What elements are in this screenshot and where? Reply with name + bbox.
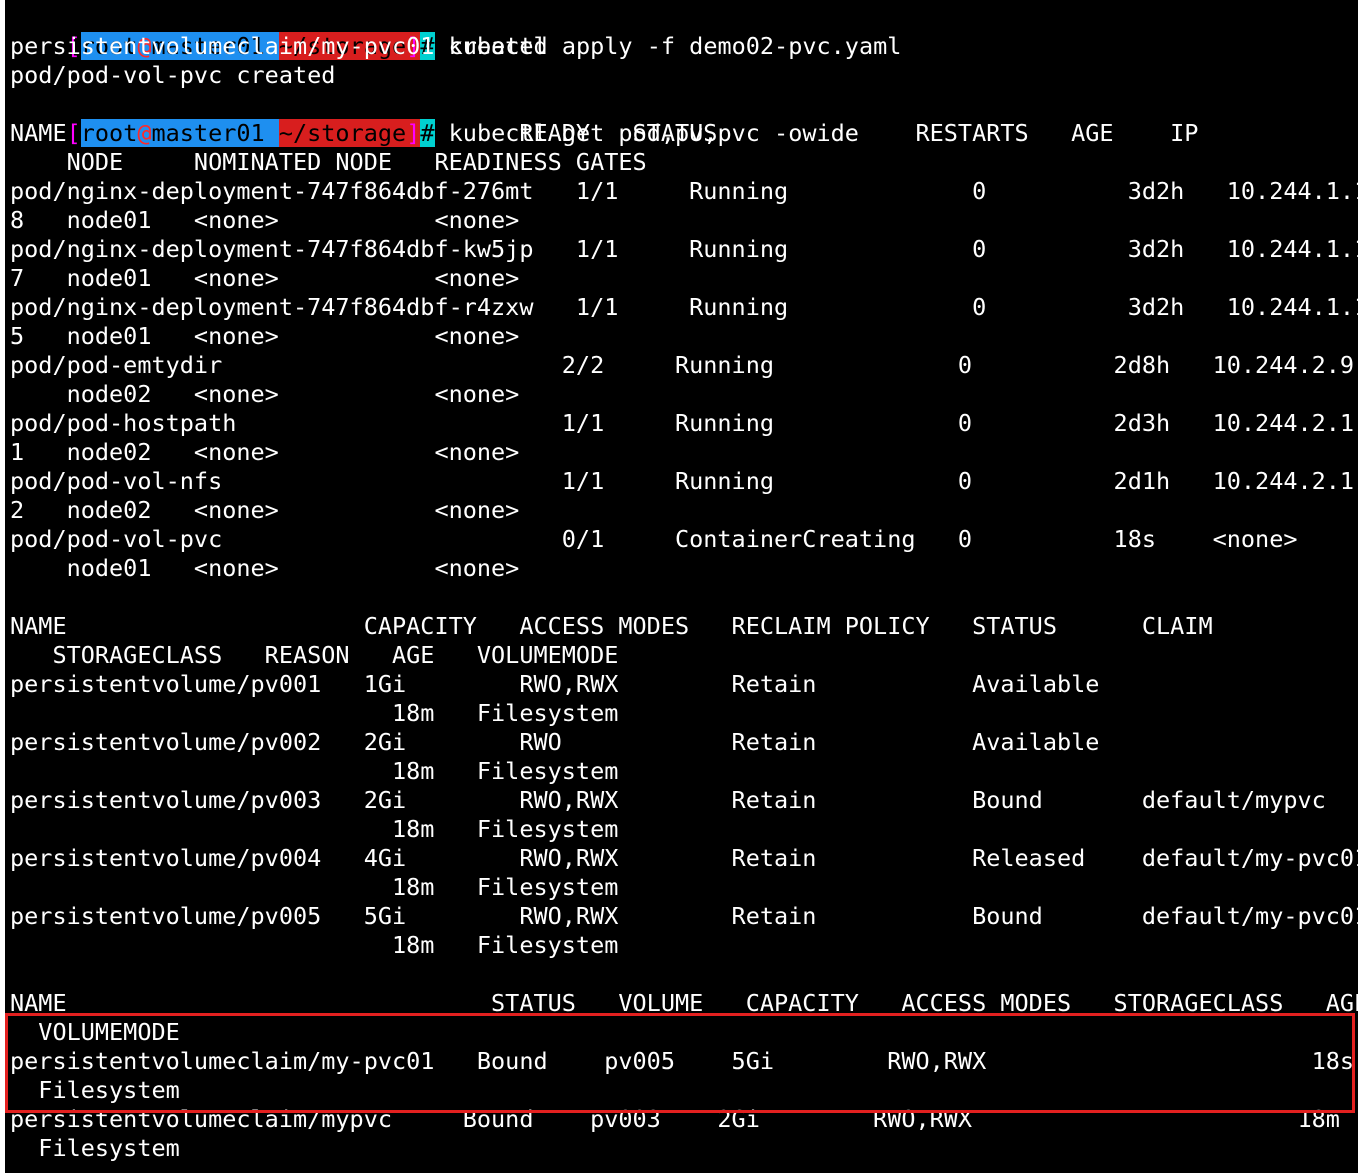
pods-table-header: NAME READY STATUS RESTARTS AGE IP <box>10 119 1199 147</box>
pod-row-wrap: node01 <none> <none> <box>10 554 520 582</box>
pod-row: pod/pod-hostpath 1/1 Running 0 2d3h 10.2… <box>10 409 1355 437</box>
pv-row-wrap: 18m Filesystem <box>10 815 619 843</box>
pod-row: pod/pod-vol-nfs 1/1 Running 0 2d1h 10.24… <box>10 467 1355 495</box>
pv-row-wrap: 18m Filesystem <box>10 757 619 785</box>
pod-row-wrap: 1 node02 <none> <none> <box>10 438 520 466</box>
pvc-row: persistentvolumeclaim/my-pvc01 Bound pv0… <box>10 1047 1355 1075</box>
pv-row: persistentvolume/pv005 5Gi RWO,RWX Retai… <box>10 902 1358 930</box>
pv-table-header: NAME CAPACITY ACCESS MODES RECLAIM POLIC… <box>10 612 1213 640</box>
prompt-line-get: [root@master01 ~/storage]# kubectl get p… <box>10 90 859 147</box>
pv-row-wrap: 18m Filesystem <box>10 699 619 727</box>
prompt-line-current[interactable]: [root@master01 ~/storage]# <box>10 1163 463 1173</box>
pod-row-wrap: 7 node01 <none> <none> <box>10 264 520 292</box>
pod-row-wrap: node02 <none> <none> <box>10 380 520 408</box>
pv-row-wrap: 18m Filesystem <box>10 931 619 959</box>
pv-row: persistentvolume/pv002 2Gi RWO Retain Av… <box>10 728 1100 756</box>
pvc-row-wrap: Filesystem <box>10 1076 180 1104</box>
pvc-table-header: NAME STATUS VOLUME CAPACITY ACCESS MODES… <box>10 989 1358 1017</box>
pv-row: persistentvolume/pv001 1Gi RWO,RWX Retai… <box>10 670 1100 698</box>
output-pvc-created: persistentvolumeclaim/my-pvc01 created <box>10 32 548 60</box>
pod-row: pod/nginx-deployment-747f864dbf-276mt 1/… <box>10 177 1358 205</box>
pv-row-wrap: 18m Filesystem <box>10 873 619 901</box>
pod-row-wrap: 2 node02 <none> <none> <box>10 496 520 524</box>
pvc-row-wrap: Filesystem <box>10 1134 180 1162</box>
terminal-window[interactable]: [root@master01 ~/storage]# kubectl apply… <box>5 0 1358 1173</box>
prompt-line-apply: [root@master01 ~/storage]# kubectl apply… <box>10 3 901 60</box>
pod-row: pod/pod-vol-pvc 0/1 ContainerCreating 0 … <box>10 525 1298 553</box>
pv-table-header-wrap: STORAGECLASS REASON AGE VOLUMEMODE <box>10 641 619 669</box>
pvc-table-header-wrap: VOLUMEMODE <box>10 1018 180 1046</box>
pvc-row: persistentvolumeclaim/mypvc Bound pv003 … <box>10 1105 1340 1133</box>
pv-row: persistentvolume/pv003 2Gi RWO,RWX Retai… <box>10 786 1326 814</box>
pod-row: pod/nginx-deployment-747f864dbf-r4zxw 1/… <box>10 293 1358 321</box>
pods-table-header-wrap: NODE NOMINATED NODE READINESS GATES <box>10 148 647 176</box>
pv-row: persistentvolume/pv004 4Gi RWO,RWX Retai… <box>10 844 1358 872</box>
pod-row-wrap: 5 node01 <none> <none> <box>10 322 520 350</box>
output-pod-created: pod/pod-vol-pvc created <box>10 61 336 89</box>
pod-row: pod/nginx-deployment-747f864dbf-kw5jp 1/… <box>10 235 1358 263</box>
pod-row-wrap: 8 node01 <none> <none> <box>10 206 520 234</box>
pod-row: pod/pod-emtydir 2/2 Running 0 2d8h 10.24… <box>10 351 1355 379</box>
